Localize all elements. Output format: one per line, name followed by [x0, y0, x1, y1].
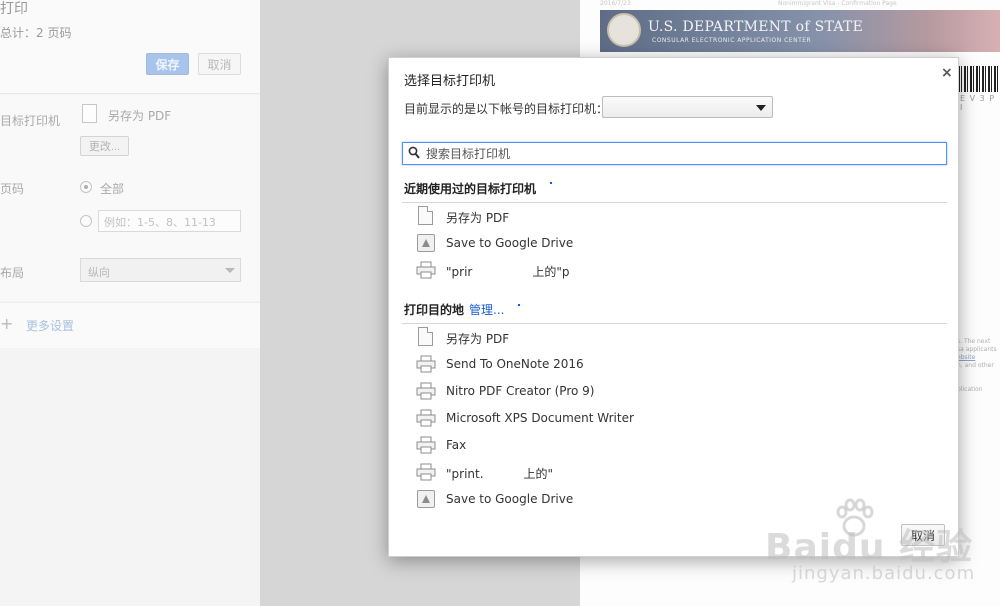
save-button[interactable]: 保存: [146, 53, 189, 75]
destination-item[interactable]: Send To OneNote 2016: [416, 354, 916, 378]
state-seal-icon: [607, 13, 641, 47]
layout-label: 布局: [0, 266, 25, 280]
destination-item[interactable]: Microsoft XPS Document Writer: [416, 408, 916, 432]
dialog-title: 选择目标打印机: [404, 74, 496, 89]
destination-item[interactable]: 另存为 PDF: [416, 327, 916, 351]
pages-custom-radio[interactable]: [80, 215, 92, 227]
destination-label: Fax: [446, 438, 467, 452]
destination-label: Save to Google Drive: [446, 236, 574, 250]
preview-text-fragment: n, and other: [957, 362, 994, 369]
loading-indicator: [550, 182, 552, 184]
destination-item[interactable]: "print. 上的": [416, 462, 916, 486]
preview-link-fragment: ebsite: [957, 354, 976, 361]
destination-name: 另存为 PDF: [108, 109, 172, 123]
layout-select[interactable]: 纵向: [80, 258, 241, 282]
printer-icon: [416, 381, 436, 401]
print-title: 打印: [0, 1, 28, 17]
account-select[interactable]: [602, 96, 773, 118]
more-settings-row[interactable]: + 更多设置: [0, 302, 260, 348]
print-settings-header: 打印 总计：2 页码 保存 取消: [0, 0, 260, 94]
printer-name-suffix: 上的"p: [532, 265, 570, 279]
layout-value: 纵向: [88, 266, 110, 279]
google-drive-icon: [416, 489, 436, 509]
printer-icon: [416, 260, 436, 280]
account-value-redacted: [613, 101, 723, 113]
pages-custom-input[interactable]: 例如：1-5、8、11-13: [98, 210, 241, 232]
chevron-down-icon: [756, 105, 766, 111]
destination-item[interactable]: Nitro PDF Creator (Pro 9): [416, 381, 916, 405]
printer-name-suffix: 上的": [523, 467, 554, 481]
divider: [402, 323, 947, 324]
preview-date: 2016/7/23: [600, 0, 631, 7]
document-icon: [82, 104, 97, 123]
destination-label: 另存为 PDF: [446, 332, 510, 346]
select-destination-dialog: 选择目标打印机 × 目前显示的是以下帐号的目标打印机： 近期使用过的目标打印机 …: [388, 57, 959, 557]
search-field[interactable]: [402, 142, 947, 165]
watermark-url: jingyan.baidu.com: [792, 563, 976, 584]
destination-label: Save to Google Drive: [446, 492, 574, 506]
manage-link[interactable]: 管理...: [469, 301, 504, 318]
search-input[interactable]: [426, 145, 926, 162]
recent-destinations-heading: 近期使用过的目标打印机: [404, 182, 537, 196]
plus-icon: +: [0, 314, 14, 333]
printer-icon: [416, 354, 436, 374]
print-settings-panel: 打印 总计：2 页码 保存 取消 目标打印机 另存为 PDF 更改... 页码 …: [0, 0, 260, 606]
destination-label: 目标打印机: [0, 114, 61, 128]
printer-icon: [416, 462, 436, 482]
google-drive-icon: [416, 233, 436, 253]
preview-text-fragment: plication: [957, 386, 983, 393]
account-label: 目前显示的是以下帐号的目标打印机：: [404, 102, 609, 116]
close-icon[interactable]: ×: [941, 65, 953, 81]
change-destination-button[interactable]: 更改...: [80, 136, 129, 156]
print-destinations-heading: 打印目的地: [404, 303, 465, 317]
pages-all-label: 全部: [100, 182, 125, 196]
destination-label: Nitro PDF Creator (Pro 9): [446, 384, 595, 398]
preview-text-fragment: sa applicants: [957, 346, 997, 353]
pages-all-radio[interactable]: [80, 181, 92, 193]
loading-indicator: [518, 304, 520, 306]
destination-item[interactable]: "prir 上的"p: [416, 260, 916, 284]
document-icon: [416, 327, 436, 347]
divider: [402, 202, 947, 203]
printer-icon: [416, 435, 436, 455]
cancel-button[interactable]: 取消: [198, 53, 241, 75]
destination-label: Microsoft XPS Document Writer: [446, 411, 634, 425]
destination-item[interactable]: Fax: [416, 435, 916, 459]
more-settings-link[interactable]: 更多设置: [26, 317, 74, 334]
barcode-image: [958, 66, 1000, 92]
page-total: 总计：2 页码: [0, 26, 72, 40]
destination-label: Send To OneNote 2016: [446, 357, 584, 371]
printer-name-start: "print.: [446, 467, 484, 481]
destination-label: 另存为 PDF: [446, 211, 510, 225]
search-icon: [408, 146, 420, 159]
barcode-text: E V 3 P I: [960, 94, 996, 112]
destination-item[interactable]: Save to Google Drive: [416, 233, 916, 257]
destination-item[interactable]: 另存为 PDF: [416, 206, 916, 230]
destination-label: "print. 上的": [446, 465, 553, 482]
preview-header-title: U.S. DEPARTMENT of STATE: [648, 19, 864, 35]
document-icon: [416, 206, 436, 226]
printer-icon: [416, 408, 436, 428]
preview-text-fragment: s. The next: [957, 338, 991, 345]
pages-label: 页码: [0, 182, 25, 196]
chevron-down-icon: [225, 268, 235, 273]
preview-header-subtitle: CONSULAR ELECTRONIC APPLICATION CENTER: [652, 37, 812, 44]
destination-label: "prir 上的"p: [446, 263, 569, 280]
preview-page-title: Nonimmigrant Visa - Confirmation Page: [778, 0, 897, 7]
printer-name-start: "prir: [446, 265, 473, 279]
